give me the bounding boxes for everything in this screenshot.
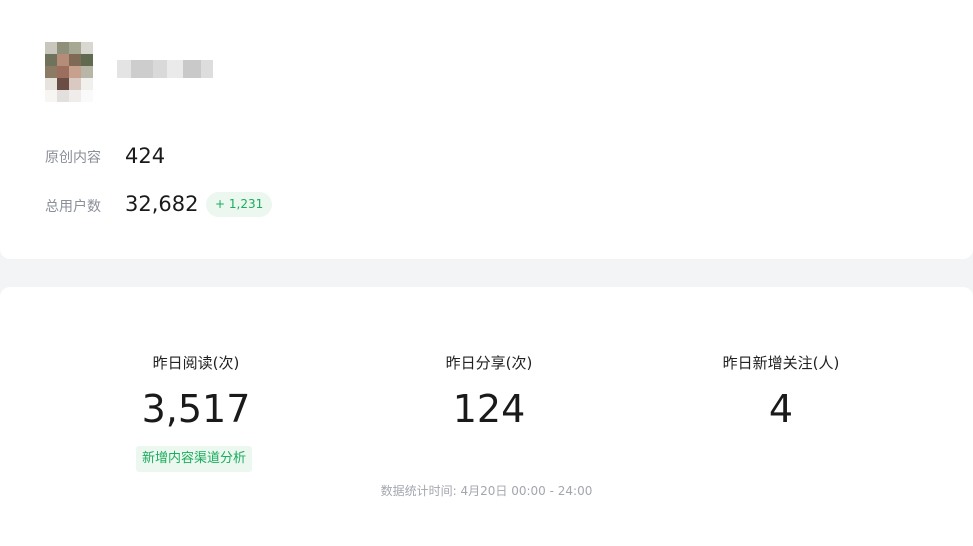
metric-shares-label: 昨日分享(次) [445, 354, 533, 372]
account-name [117, 60, 213, 78]
metric-shares: 昨日分享(次) 124 [369, 352, 609, 431]
original-content-value: 424 [125, 144, 166, 168]
avatar[interactable] [45, 42, 93, 102]
metric-reads-label: 昨日阅读(次) [152, 354, 240, 372]
metric-reads: 昨日阅读(次) 3,517 [76, 352, 316, 431]
metric-new-followers-value: 4 [768, 387, 794, 431]
total-users-label: 总用户数 [45, 199, 101, 215]
metric-reads-value: 3,517 [141, 387, 251, 431]
users-delta-badge: + 1,231 [206, 192, 273, 217]
content-channel-analysis-link[interactable]: 新增内容渠道分析 [136, 446, 253, 472]
stats-time-note: 数据统计时间: 4月20日 00:00 - 24:00 [380, 484, 593, 498]
metric-new-followers: 昨日新增关注(人) 4 [661, 352, 901, 431]
metric-new-followers-label: 昨日新增关注(人) [722, 354, 840, 372]
metric-shares-value: 124 [452, 387, 526, 431]
total-users-value: 32,682 [125, 192, 199, 216]
original-content-label: 原创内容 [45, 150, 101, 166]
account-summary-card: 原创内容 424 总用户数 32,682 + 1,231 [0, 0, 973, 259]
